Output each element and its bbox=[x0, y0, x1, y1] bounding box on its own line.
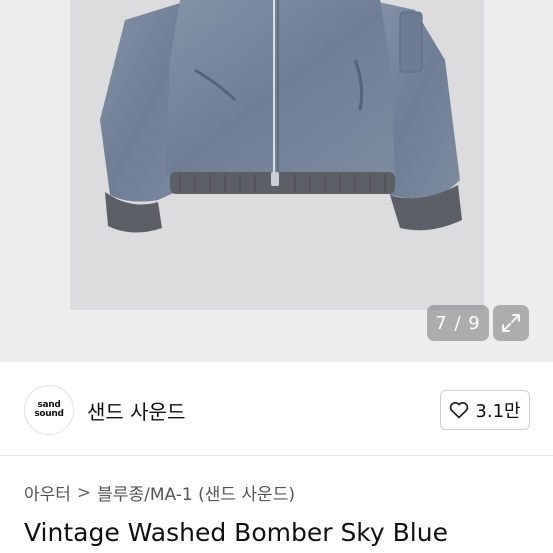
jacket-image bbox=[100, 0, 462, 233]
breadcrumb-separator: > bbox=[76, 482, 92, 503]
logo-line2: sound bbox=[34, 409, 64, 419]
product-image-gallery[interactable]: 7 / 9 bbox=[0, 0, 553, 362]
like-count: 3.1만 bbox=[475, 401, 521, 422]
like-button[interactable]: 3.1만 bbox=[440, 390, 530, 430]
breadcrumb: 아우터 > 블루종/MA-1 (샌드 사운드) bbox=[24, 480, 295, 506]
shop-name[interactable]: 샌드 사운드 bbox=[87, 396, 185, 425]
shop-logo[interactable]: sand sound bbox=[24, 385, 74, 435]
product-photo[interactable] bbox=[70, 0, 484, 310]
expand-icon bbox=[502, 314, 520, 332]
breadcrumb-item-blouson[interactable]: 블루종/MA-1 (샌드 사운드) bbox=[97, 480, 295, 505]
heart-icon bbox=[450, 401, 469, 419]
shop-info-row: sand sound 샌드 사운드 3.1만 bbox=[0, 362, 553, 456]
image-counter: 7 / 9 bbox=[427, 305, 489, 341]
expand-button[interactable] bbox=[493, 305, 529, 341]
product-title: Vintage Washed Bomber Sky Blue bbox=[24, 518, 448, 547]
breadcrumb-item-outer[interactable]: 아우터 bbox=[24, 480, 71, 505]
